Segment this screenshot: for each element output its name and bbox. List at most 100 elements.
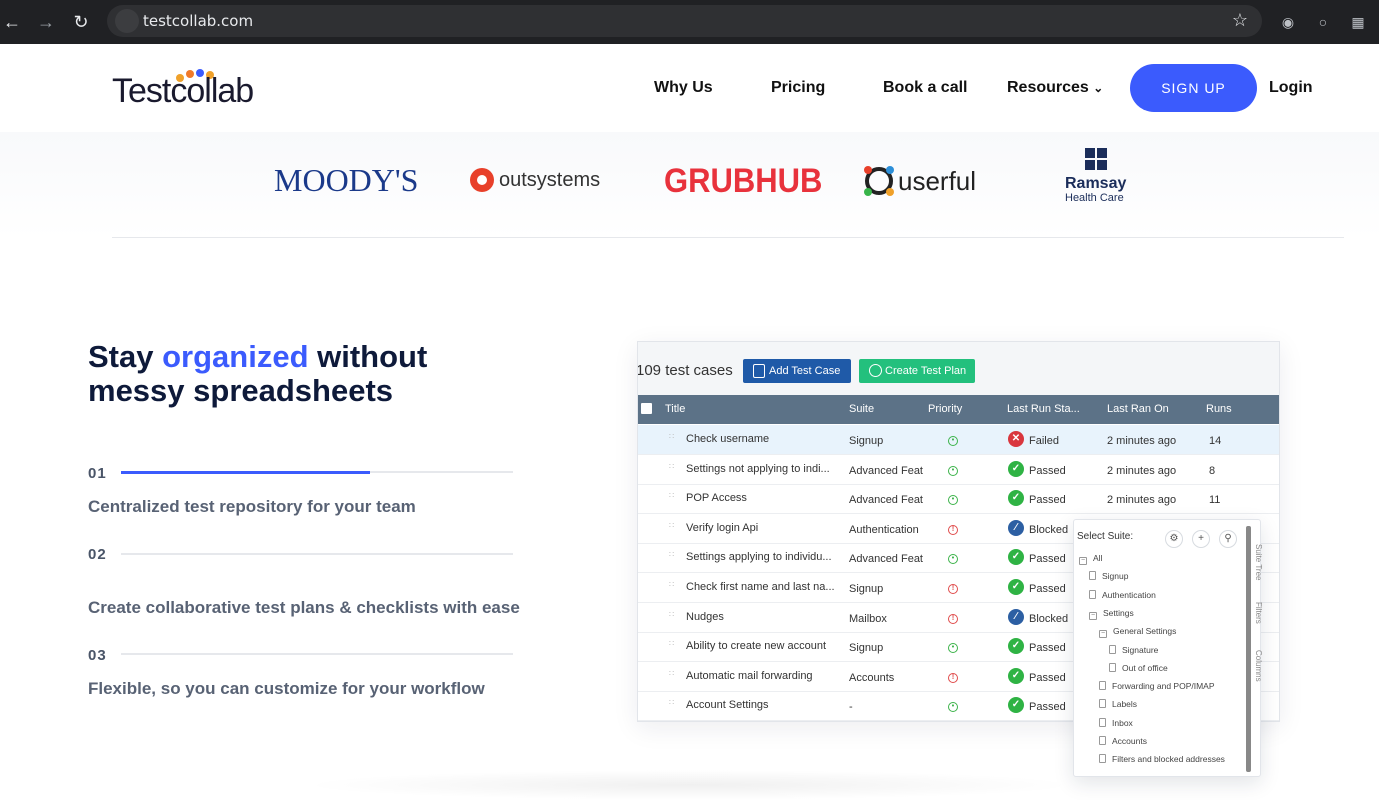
collapse-icon[interactable]: − [1089, 611, 1097, 620]
suite-tree-item[interactable]: − Settings [1089, 608, 1134, 620]
suite-scrollbar[interactable] [1246, 526, 1251, 772]
row-title[interactable]: Check first name and last na... [686, 581, 835, 593]
row-suite: Signup [849, 435, 884, 447]
row-title[interactable]: Account Settings [686, 699, 769, 711]
suite-tree-item[interactable]: Signup [1089, 571, 1128, 581]
suite-panel-title: Select Suite: [1077, 531, 1134, 542]
column-runs[interactable]: Runs [1206, 403, 1232, 415]
suite-tree-item[interactable]: Authentication [1089, 589, 1156, 600]
drag-handle-icon[interactable]: ∷ [669, 640, 677, 650]
site-info-icon[interactable] [115, 9, 139, 33]
drag-handle-icon[interactable]: ∷ [669, 551, 677, 561]
drag-handle-icon[interactable]: ∷ [669, 462, 677, 473]
row-suite: Advanced Feat [849, 494, 923, 507]
suite-tree-item[interactable]: Accounts [1099, 736, 1147, 746]
suite-tree-item[interactable]: Labels [1099, 699, 1137, 709]
profile-icon[interactable]: ○ [1312, 11, 1334, 33]
suite-tree-item[interactable]: Inbox [1099, 717, 1133, 728]
drag-handle-icon[interactable]: ∷ [669, 433, 677, 443]
search-icon[interactable]: ⚲ [1219, 530, 1237, 548]
drag-handle-icon[interactable]: ∷ [669, 581, 677, 591]
nav-why-us[interactable]: Why Us [654, 79, 713, 97]
row-runs: 11 [1209, 494, 1221, 507]
step-3-text[interactable]: Flexible, so you can customize for your … [88, 679, 485, 699]
back-icon[interactable]: ← [0, 10, 24, 34]
address-bar[interactable]: testcollab.com ☆ [107, 5, 1262, 37]
nav-resources[interactable]: Resources ⌄ [1007, 79, 1103, 97]
row-last-ran: 2 minutes ago [1107, 494, 1177, 507]
drag-handle-icon[interactable]: ∷ [669, 610, 677, 621]
bookmark-star-icon[interactable]: ☆ [1232, 10, 1248, 31]
column-suite[interactable]: Suite [849, 403, 874, 415]
row-title[interactable]: Settings applying to individu... [686, 551, 832, 563]
reload-icon[interactable]: ↻ [69, 10, 93, 34]
customer-logos: MOODY'S outsystems GRUBHUB userful Ramsa… [0, 132, 1379, 238]
collapse-icon[interactable]: − [1099, 630, 1107, 639]
row-title[interactable]: Automatic mail forwarding [686, 670, 813, 682]
drag-handle-icon[interactable]: ∷ [669, 669, 677, 680]
section-divider [112, 237, 1344, 238]
row-title[interactable]: Verify login Api [686, 522, 758, 534]
columns-tab[interactable]: Columns [1254, 650, 1263, 682]
column-priority[interactable]: Priority [928, 403, 962, 415]
row-suite: Advanced Feat [849, 464, 923, 477]
suite-selector-panel: Select Suite: ⚙ + ⚲ − All Signup Authentica… [1073, 519, 1263, 777]
priority-icon: ! [948, 672, 958, 683]
step-2-text[interactable]: Create collaborative test plans & checkl… [88, 598, 520, 618]
row-suite: Advanced Feat [849, 553, 923, 566]
drag-handle-icon[interactable]: ∷ [669, 521, 677, 532]
nav-book-a-call[interactable]: Book a call [883, 79, 967, 97]
row-title[interactable]: Settings not applying to indi... [686, 463, 830, 475]
suite-tree-item[interactable]: − All [1079, 553, 1102, 565]
extension-icon[interactable]: ◉ [1277, 11, 1299, 33]
grubhub-logo: GRUBHUB [664, 161, 823, 200]
table-row[interactable]: ∷ Settings not applying to indi... Advance… [638, 455, 1279, 485]
row-status: Passed [1029, 553, 1066, 566]
select-all-checkbox[interactable] [641, 403, 652, 414]
row-title[interactable]: POP Access [686, 492, 747, 504]
step-1-text[interactable]: Centralized test repository for your tea… [88, 497, 416, 517]
column-title[interactable]: Title [665, 403, 685, 415]
nav-pricing[interactable]: Pricing [771, 79, 825, 97]
suite-tree-label: Signup [1102, 571, 1129, 582]
drag-handle-icon[interactable]: ∷ [669, 492, 677, 502]
url-text[interactable]: testcollab.com [143, 12, 253, 30]
status-failed-icon: ✕ [1008, 431, 1024, 447]
suite-tree-item[interactable]: Signature [1109, 644, 1158, 655]
suite-tree-item[interactable]: Out of office [1109, 662, 1168, 673]
collapse-icon[interactable]: − [1079, 557, 1087, 565]
extensions-puzzle-icon[interactable]: ▦ [1347, 11, 1369, 33]
row-status: Passed [1029, 642, 1066, 655]
row-status: Failed [1029, 435, 1059, 447]
step-3-number: 03 [88, 647, 107, 664]
column-last-ran-on[interactable]: Last Ran On [1107, 403, 1169, 415]
suite-tree-item[interactable]: − General Settings [1099, 626, 1176, 639]
suite-tree-item[interactable]: Filters and blocked addresses [1099, 754, 1225, 764]
row-suite: - [849, 701, 853, 714]
testcollab-logo[interactable]: Testcollab [112, 68, 272, 110]
suite-tree-item[interactable]: Forwarding and POP/IMAP [1099, 681, 1215, 691]
column-last-run-status[interactable]: Last Run Sta... [1007, 403, 1080, 415]
add-suite-icon[interactable]: + [1192, 530, 1210, 548]
filters-tab[interactable]: Filters [1254, 602, 1263, 624]
row-title[interactable]: Check username [686, 433, 769, 445]
suite-tree-label: Forwarding and POP/IMAP [1112, 681, 1215, 692]
status-passed-icon: ✓ [1008, 549, 1024, 566]
settings-gear-icon[interactable]: ⚙ [1165, 530, 1183, 548]
suite-tree-tab[interactable]: Suite Tree [1254, 544, 1263, 580]
create-test-plan-button[interactable]: Create Test Plan [859, 359, 975, 383]
outsystems-logo: outsystems [499, 169, 601, 191]
userful-logo: userful [898, 166, 977, 196]
table-row[interactable]: ∷ POP Access Advanced Feat • ✓ Passed 2 minute… [638, 484, 1279, 515]
login-link[interactable]: Login [1269, 79, 1313, 97]
outsystems-mark-icon [470, 168, 494, 192]
row-title[interactable]: Ability to create new account [686, 640, 826, 652]
add-test-case-button[interactable]: Add Test Case [743, 359, 851, 383]
signup-button[interactable]: SIGN UP [1130, 64, 1257, 112]
priority-icon: • [948, 436, 958, 446]
forward-icon[interactable]: → [34, 10, 58, 34]
row-suite: Accounts [849, 671, 895, 684]
drag-handle-icon[interactable]: ∷ [669, 699, 677, 709]
row-title[interactable]: Nudges [686, 611, 724, 623]
table-row[interactable]: ∷ Check username Signup • ✕ Failed 2 minutes a… [638, 425, 1279, 455]
